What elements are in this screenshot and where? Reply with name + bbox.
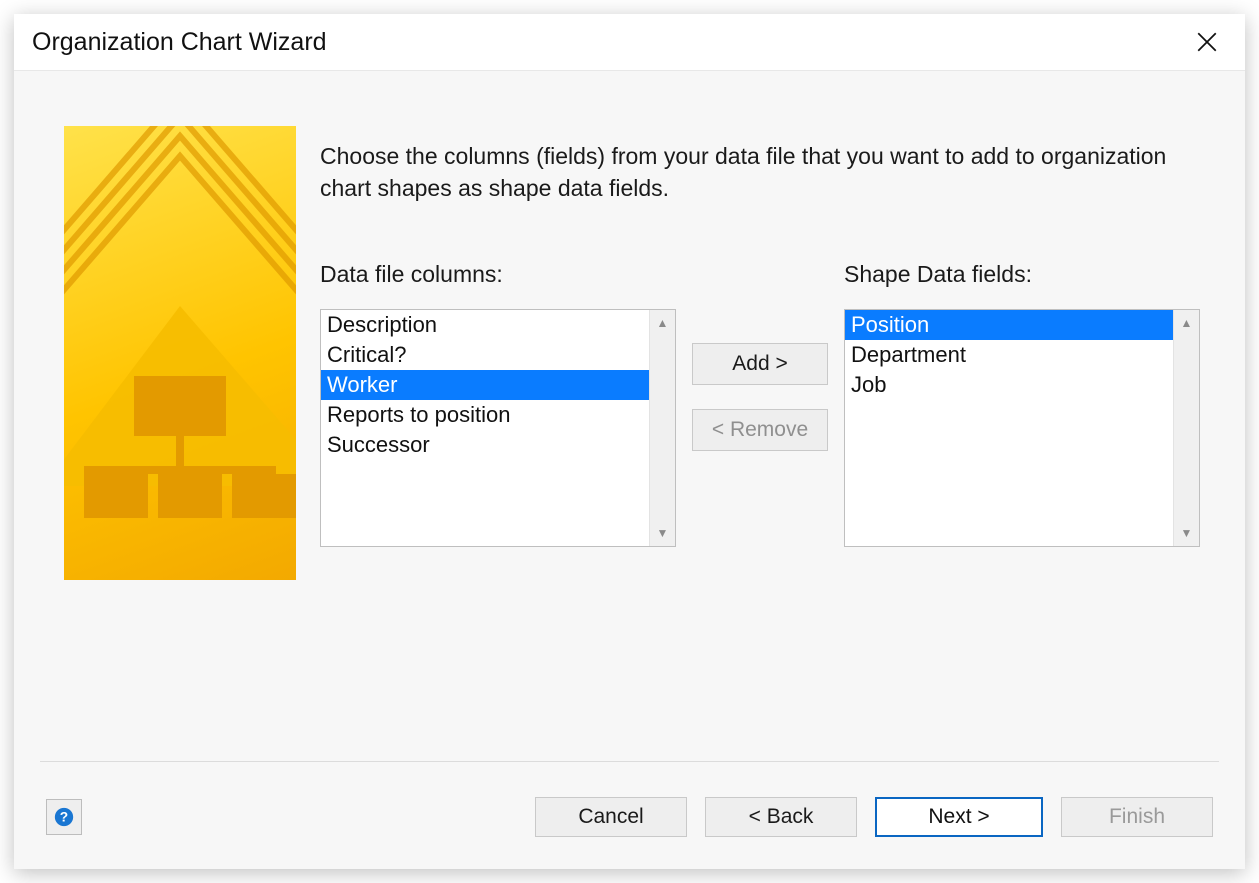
source-scrollbar[interactable]: ▲ ▼ <box>649 310 675 546</box>
source-list-label: Data file columns: <box>320 261 503 288</box>
nav-buttons: Cancel < Back Next > Finish <box>535 797 1213 837</box>
list-item[interactable]: Position <box>845 310 1173 340</box>
list-item[interactable]: Job <box>845 370 1173 400</box>
help-icon: ? <box>53 806 75 828</box>
instruction-text: Choose the columns (fields) from your da… <box>320 141 1185 204</box>
list-item[interactable]: Worker <box>321 370 649 400</box>
dest-list-items: PositionDepartmentJob <box>845 310 1173 546</box>
dest-scrollbar[interactable]: ▲ ▼ <box>1173 310 1199 546</box>
list-item[interactable]: Critical? <box>321 340 649 370</box>
list-item[interactable]: Successor <box>321 430 649 460</box>
content-area: Choose the columns (fields) from your da… <box>14 71 1245 761</box>
dest-list-label: Shape Data fields: <box>844 261 1032 288</box>
wizard-illustration <box>64 126 296 580</box>
scroll-up-icon: ▲ <box>1181 316 1193 330</box>
footer: ? Cancel < Back Next > Finish <box>40 761 1219 869</box>
list-item[interactable]: Reports to position <box>321 400 649 430</box>
list-item[interactable]: Description <box>321 310 649 340</box>
finish-button[interactable]: Finish <box>1061 797 1213 837</box>
scroll-down-icon: ▼ <box>657 526 669 540</box>
svg-text:?: ? <box>60 810 68 825</box>
remove-button[interactable]: < Remove <box>692 409 828 451</box>
transfer-buttons: Add > < Remove <box>692 343 828 451</box>
scroll-down-icon: ▼ <box>1181 526 1193 540</box>
next-button[interactable]: Next > <box>875 797 1043 837</box>
dialog-title: Organization Chart Wizard <box>32 28 327 57</box>
back-button[interactable]: < Back <box>705 797 857 837</box>
close-button[interactable] <box>1187 22 1227 62</box>
list-item[interactable]: Department <box>845 340 1173 370</box>
help-button[interactable]: ? <box>46 799 82 835</box>
scroll-up-icon: ▲ <box>657 316 669 330</box>
titlebar: Organization Chart Wizard <box>14 14 1245 70</box>
dest-listbox[interactable]: PositionDepartmentJob ▲ ▼ <box>844 309 1200 547</box>
wizard-dialog: Organization Chart Wizard <box>14 14 1245 869</box>
dialog-body: Choose the columns (fields) from your da… <box>14 70 1245 869</box>
source-list-items: DescriptionCritical?WorkerReports to pos… <box>321 310 649 546</box>
add-button[interactable]: Add > <box>692 343 828 385</box>
close-icon <box>1197 32 1217 52</box>
cancel-button[interactable]: Cancel <box>535 797 687 837</box>
source-listbox[interactable]: DescriptionCritical?WorkerReports to pos… <box>320 309 676 547</box>
